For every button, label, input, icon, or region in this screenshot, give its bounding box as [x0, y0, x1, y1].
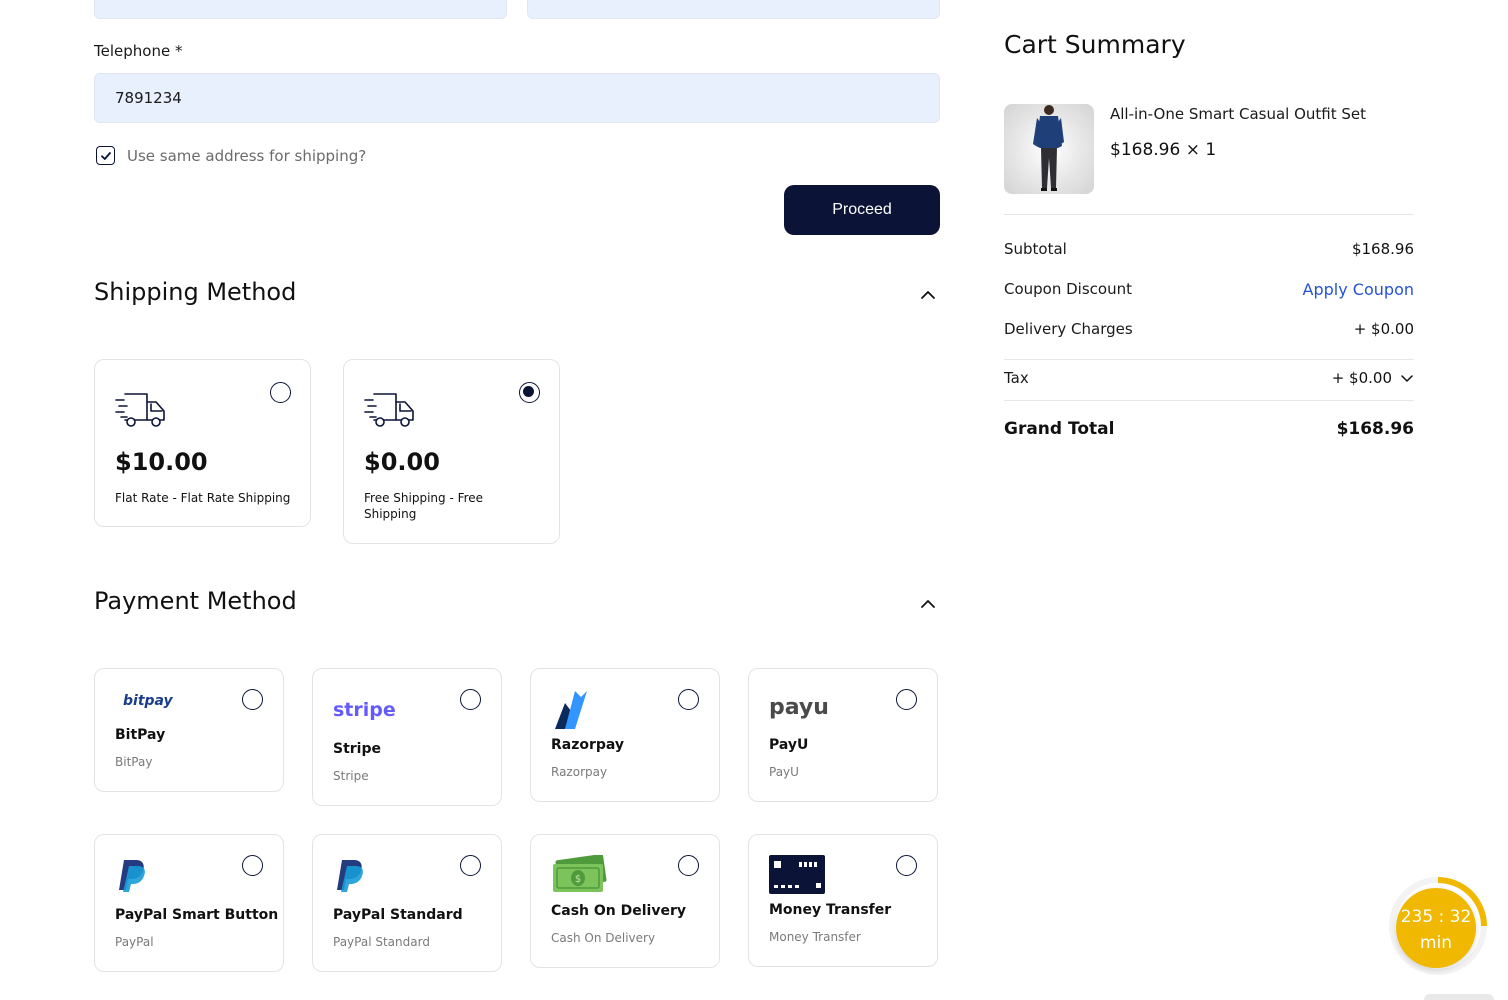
- truck-icon: [364, 393, 414, 427]
- payment-option-razorpay[interactable]: Razorpay Razorpay: [530, 668, 720, 802]
- payment-sub: PayPal Standard: [333, 935, 430, 949]
- svg-text:$: $: [575, 874, 581, 885]
- payu-logo: payu: [769, 695, 829, 720]
- chevron-up-icon[interactable]: [919, 595, 937, 613]
- payment-radio-razorpay[interactable]: [678, 689, 699, 710]
- apply-coupon-link[interactable]: Apply Coupon: [1303, 280, 1414, 299]
- tax-row[interactable]: Tax + $0.00: [1004, 369, 1414, 387]
- divider: [1004, 400, 1414, 401]
- grand-total-label: Grand Total: [1004, 419, 1115, 439]
- first-name-input[interactable]: [94, 0, 507, 19]
- shipping-radio-flat-rate[interactable]: [270, 382, 291, 403]
- payment-sub: BitPay: [115, 755, 153, 769]
- payment-name: PayU: [769, 737, 809, 753]
- telephone-input[interactable]: 7891234: [94, 73, 940, 123]
- shipping-radio-free[interactable]: [519, 382, 540, 403]
- product-name[interactable]: All-in-One Smart Casual Outfit Set: [1110, 105, 1366, 123]
- payment-name: PayPal Smart Button: [115, 907, 279, 923]
- payment-option-payu[interactable]: payu PayU PayU: [748, 668, 938, 802]
- tax-value-group[interactable]: + $0.00: [1332, 369, 1414, 387]
- shipping-label: Free Shipping - Free Shipping: [364, 491, 484, 521]
- payment-sub: PayU: [769, 765, 799, 779]
- payment-name: Cash On Delivery: [551, 903, 687, 919]
- shipping-price: $10.00: [115, 448, 208, 476]
- payment-option-money-transfer[interactable]: Money Transfer Money Transfer: [748, 834, 938, 967]
- stripe-logo: stripe: [333, 699, 396, 721]
- same-address-option[interactable]: Use same address for shipping?: [96, 146, 366, 165]
- divider: [1004, 359, 1414, 360]
- truck-icon: [115, 393, 165, 427]
- payu-logo-text: payu: [769, 695, 829, 720]
- payment-sub: Stripe: [333, 769, 369, 783]
- coupon-label: Coupon Discount: [1004, 280, 1132, 298]
- subtotal-label: Subtotal: [1004, 240, 1067, 258]
- chevron-up-icon[interactable]: [919, 286, 937, 304]
- same-address-checkbox[interactable]: [96, 146, 115, 165]
- scroll-to-top-button[interactable]: [1424, 994, 1494, 1000]
- payment-sub: Razorpay: [551, 765, 608, 779]
- payment-method-title: Payment Method: [94, 587, 297, 615]
- grand-total-value: $168.96: [1336, 419, 1414, 439]
- payment-option-paypal-smart[interactable]: PayPal Smart Button PayPal: [94, 834, 284, 972]
- session-timer[interactable]: 235 : 32 min: [1396, 888, 1476, 968]
- payment-name: BitPay: [115, 727, 166, 743]
- shipping-option-free[interactable]: $0.00 Free Shipping - Free Shipping: [343, 359, 560, 544]
- shipping-label: Flat Rate - Flat Rate Shipping: [115, 491, 291, 505]
- paypal-logo-icon: [337, 860, 363, 892]
- tax-value: + $0.00: [1331, 369, 1392, 387]
- product-thumbnail[interactable]: [1004, 104, 1094, 194]
- telephone-label: Telephone *: [94, 42, 183, 60]
- subtotal-row: Subtotal $168.96: [1004, 240, 1414, 258]
- timer-unit: min: [1419, 933, 1453, 953]
- card-icon: [769, 855, 825, 894]
- payment-sub: PayPal: [115, 935, 154, 949]
- bitpay-logo: bitpay: [123, 693, 173, 709]
- delivery-label: Delivery Charges: [1004, 320, 1133, 338]
- razorpay-logo-icon: [555, 691, 587, 729]
- shipping-price: $0.00: [364, 448, 440, 476]
- payment-radio-cod[interactable]: [678, 855, 699, 876]
- payment-sub: Cash On Delivery: [551, 931, 656, 945]
- proceed-button[interactable]: Proceed: [784, 185, 940, 235]
- subtotal-value: $168.96: [1351, 240, 1414, 258]
- payment-option-stripe[interactable]: stripe Stripe Stripe: [312, 668, 502, 806]
- same-address-label: Use same address for shipping?: [127, 146, 367, 165]
- payment-radio-payu[interactable]: [896, 689, 917, 710]
- product-image: [1033, 105, 1064, 191]
- cash-icon: $: [553, 855, 607, 892]
- last-name-input[interactable]: [527, 0, 940, 19]
- payment-name: PayPal Standard: [333, 907, 463, 923]
- tax-label: Tax: [1004, 369, 1029, 387]
- payment-sub: Money Transfer: [769, 930, 861, 944]
- payment-radio-stripe[interactable]: [460, 689, 481, 710]
- payment-name: Razorpay: [551, 737, 625, 753]
- payment-option-cod[interactable]: $ Cash On Delivery Cash On Delivery: [530, 834, 720, 968]
- payment-name: Money Transfer: [769, 902, 892, 918]
- payment-option-bitpay[interactable]: bitpay BitPay BitPay: [94, 668, 284, 792]
- delivery-value: + $0.00: [1353, 320, 1414, 338]
- cart-summary-title: Cart Summary: [1004, 30, 1186, 59]
- payment-radio-money-transfer[interactable]: [896, 855, 917, 876]
- paypal-logo-icon: [119, 860, 145, 892]
- shipping-method-title: Shipping Method: [94, 278, 297, 306]
- product-price: $168.96 × 1: [1110, 140, 1217, 160]
- payment-radio-paypal-smart[interactable]: [242, 855, 263, 876]
- payment-option-paypal-standard[interactable]: PayPal Standard PayPal Standard: [312, 834, 502, 972]
- check-icon: [100, 151, 111, 160]
- payment-radio-paypal-standard[interactable]: [460, 855, 481, 876]
- chevron-down-icon[interactable]: [1400, 371, 1414, 385]
- coupon-row: Coupon Discount Apply Coupon: [1004, 280, 1414, 299]
- delivery-row: Delivery Charges + $0.00: [1004, 320, 1414, 338]
- divider: [1004, 214, 1414, 215]
- grand-total-row: Grand Total $168.96: [1004, 419, 1414, 439]
- payment-name: Stripe: [333, 741, 381, 757]
- shipping-option-flat-rate[interactable]: $10.00 Flat Rate - Flat Rate Shipping: [94, 359, 311, 527]
- timer-value: 235 : 32: [1400, 907, 1472, 927]
- payment-radio-bitpay[interactable]: [242, 689, 263, 710]
